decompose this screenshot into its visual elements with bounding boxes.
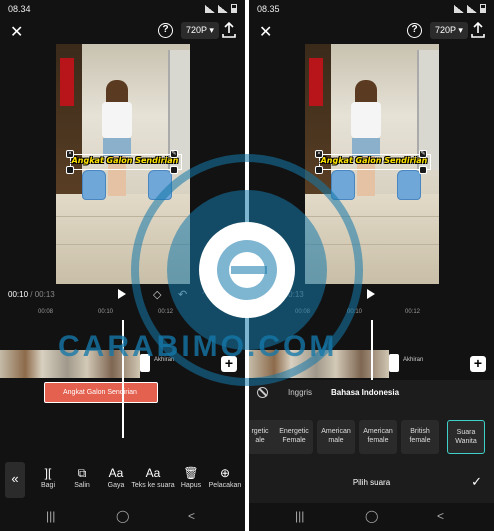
battery-icon bbox=[231, 4, 237, 13]
recents-icon[interactable]: ||| bbox=[46, 509, 55, 523]
water-gallon bbox=[397, 170, 421, 200]
signal-icon bbox=[218, 4, 228, 13]
copy-handle-icon[interactable] bbox=[315, 166, 323, 174]
status-bar: 08.34 bbox=[0, 0, 245, 18]
keyframe-icon[interactable]: ◇ bbox=[153, 288, 161, 301]
text-to-speech-tool[interactable]: Aa Teks ke suara bbox=[130, 466, 176, 489]
timeline-ruler: 00:08 00:10 00:12 bbox=[295, 309, 421, 315]
edit-handle-icon[interactable]: ✎ bbox=[170, 150, 178, 158]
timeline-ruler: 00:08 00:10 00:12 bbox=[38, 309, 174, 315]
no-voice-icon[interactable] bbox=[257, 387, 268, 398]
tracking-icon: ⊕ bbox=[219, 466, 231, 480]
delete-handle-icon[interactable]: × bbox=[66, 150, 74, 158]
playback-controls: 00:10 / 00:13 bbox=[249, 287, 494, 303]
voice-option-female-voice[interactable]: Suara Wanita bbox=[447, 420, 485, 454]
copy-icon: ⧉ bbox=[77, 466, 87, 480]
status-icons bbox=[205, 4, 237, 13]
left-screenshot: 08.34 ✕ ? 720P ▾ Angkat Galon Sendirian … bbox=[0, 0, 245, 531]
end-clip-label[interactable]: Akhiran bbox=[403, 357, 423, 363]
copy-tool[interactable]: ⧉ Salin bbox=[64, 466, 100, 489]
status-time: 08.34 bbox=[8, 4, 31, 14]
editor-top-bar: ✕ ? 720P ▾ bbox=[0, 20, 245, 44]
preview-floor bbox=[56, 194, 190, 284]
trash-icon: 🗑 bbox=[183, 466, 199, 480]
back-icon[interactable]: < bbox=[188, 509, 195, 523]
text-style-icon: Aa bbox=[108, 466, 124, 480]
water-gallon bbox=[331, 170, 355, 200]
signal-icon bbox=[205, 4, 215, 13]
preview-red-sign bbox=[60, 58, 74, 106]
resolution-button[interactable]: 720P ▾ bbox=[430, 22, 468, 39]
back-icon[interactable]: < bbox=[437, 509, 444, 523]
recents-icon[interactable]: ||| bbox=[295, 509, 304, 523]
edit-handle-icon[interactable]: ✎ bbox=[419, 150, 427, 158]
timecode: 00:10 / 00:13 bbox=[8, 290, 55, 299]
style-tool[interactable]: Aa Gaya bbox=[98, 466, 134, 489]
close-icon[interactable]: ✕ bbox=[10, 22, 23, 42]
resolution-button[interactable]: 720P ▾ bbox=[181, 22, 219, 39]
voice-option-american-male[interactable]: American male bbox=[317, 420, 355, 454]
voice-option-american-female[interactable]: American female bbox=[359, 420, 397, 454]
video-caption[interactable]: Angkat Galon Sendirian bbox=[319, 156, 429, 165]
watermark-text: CARABIMO.COM bbox=[58, 330, 338, 363]
export-icon[interactable] bbox=[471, 22, 485, 38]
signal-icon bbox=[467, 4, 477, 13]
voice-picker-panel: Inggris Bahasa Indonesia rgetic ale Energ… bbox=[249, 380, 494, 503]
status-icons bbox=[454, 4, 486, 13]
playhead[interactable] bbox=[371, 320, 373, 380]
playback-controls: 00:10 / 00:13 ◇ ↶ ↷ ⛶ bbox=[0, 287, 245, 303]
delete-handle-icon[interactable]: × bbox=[315, 150, 323, 158]
delete-tool[interactable]: 🗑 Hapus bbox=[173, 466, 209, 489]
help-icon[interactable]: ? bbox=[158, 23, 173, 38]
home-icon[interactable]: ◯ bbox=[365, 509, 378, 523]
fullscreen-icon[interactable]: ⛶ bbox=[227, 288, 235, 301]
split-icon: ][ bbox=[44, 466, 52, 480]
play-icon[interactable] bbox=[367, 289, 375, 299]
status-bar: 08.35 bbox=[249, 0, 494, 18]
android-nav-bar: ||| ◯ < bbox=[249, 503, 494, 531]
android-nav-bar: ||| ◯ < bbox=[0, 503, 245, 531]
redo-icon[interactable]: ↷ bbox=[202, 288, 211, 301]
water-gallon bbox=[148, 170, 172, 200]
transition-marker[interactable] bbox=[389, 354, 399, 372]
choose-voice-title: Pilih suara bbox=[352, 478, 391, 487]
split-tool[interactable]: ][Bagi bbox=[30, 466, 66, 489]
export-icon[interactable] bbox=[222, 22, 236, 38]
play-icon[interactable] bbox=[118, 289, 126, 299]
video-preview[interactable]: Angkat Galon Sendirian × ✎ bbox=[56, 44, 190, 284]
tab-indonesian[interactable]: Bahasa Indonesia bbox=[331, 388, 399, 397]
status-time: 08.35 bbox=[257, 4, 280, 14]
language-tabs: Inggris Bahasa Indonesia bbox=[249, 386, 494, 402]
close-icon[interactable]: ✕ bbox=[259, 22, 272, 42]
battery-icon bbox=[480, 4, 486, 13]
collapse-toolbar-button[interactable]: « bbox=[5, 462, 25, 498]
copy-handle-icon[interactable] bbox=[66, 166, 74, 174]
video-preview[interactable]: Angkat Galon Sendirian × ✎ bbox=[305, 44, 439, 284]
voice-option-british-female[interactable]: British female bbox=[401, 420, 439, 454]
timecode: 00:10 / 00:13 bbox=[257, 290, 304, 299]
resize-handle-icon[interactable] bbox=[170, 166, 178, 174]
help-icon[interactable]: ? bbox=[407, 23, 422, 38]
text-clip[interactable]: Angkat Galon Sendirian bbox=[44, 382, 158, 403]
signal-icon bbox=[454, 4, 464, 13]
undo-icon[interactable]: ↶ bbox=[178, 288, 187, 301]
tab-english[interactable]: Inggris bbox=[288, 388, 312, 397]
right-screenshot: 08.35 ✕ ? 720P ▾ Angkat Galon Sendirian … bbox=[249, 0, 494, 531]
bottom-toolbar: « ][Bagi ⧉ Salin Aa Gaya Aa Teks ke suara 🗑… bbox=[0, 460, 245, 500]
voice-option-energetic-female[interactable]: Energetic Female bbox=[275, 420, 313, 454]
text-to-speech-icon: Aa bbox=[145, 466, 161, 480]
confirm-check-icon[interactable]: ✓ bbox=[471, 474, 482, 490]
add-clip-button[interactable]: + bbox=[470, 356, 486, 372]
editor-top-bar: ✕ ? 720P ▾ bbox=[249, 20, 494, 44]
water-gallon bbox=[82, 170, 106, 200]
home-icon[interactable]: ◯ bbox=[116, 509, 129, 523]
tracking-tool[interactable]: ⊕ Pelacakan bbox=[206, 466, 244, 489]
video-caption[interactable]: Angkat Galon Sendirian bbox=[70, 156, 180, 165]
resize-handle-icon[interactable] bbox=[419, 166, 427, 174]
